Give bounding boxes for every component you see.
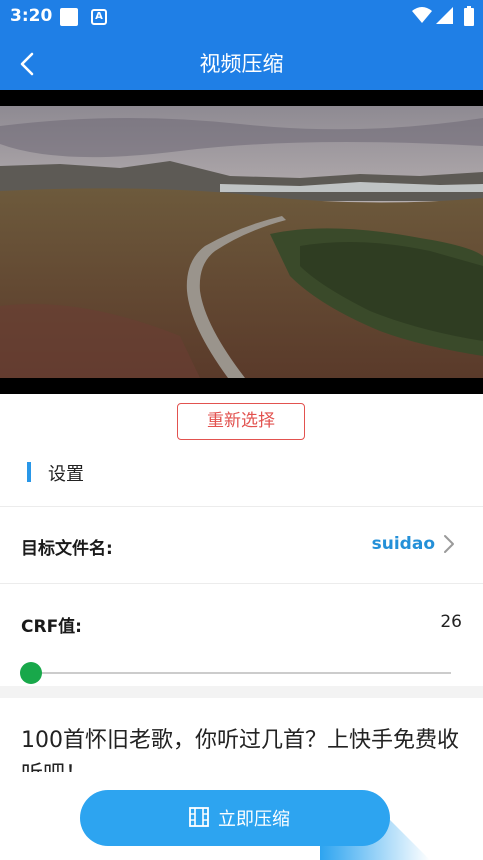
notification-square-icon	[60, 8, 78, 26]
ad-text[interactable]: 100首怀旧老歌，你听过几首？上快手免费收听吧！	[21, 724, 461, 772]
crf-value: 26	[440, 612, 462, 632]
page-title: 视频压缩	[199, 52, 284, 76]
video-preview[interactable]	[0, 90, 483, 394]
status-time: 3:20	[10, 6, 53, 26]
video-thumbnail-image	[0, 106, 483, 378]
status-bar: 3:20 A	[0, 0, 483, 34]
target-filename-value[interactable]: suidao	[372, 534, 435, 554]
crf-label: CRF值:	[21, 617, 82, 637]
divider	[0, 506, 483, 507]
settings-section-title: 设置	[48, 464, 84, 485]
chevron-right-icon[interactable]	[441, 532, 457, 556]
target-filename-label: 目标文件名:	[21, 539, 113, 559]
app-bar: 视频压缩	[0, 34, 483, 90]
wifi-icon	[412, 7, 432, 23]
divider	[0, 583, 483, 584]
compress-now-label: 立即压缩	[218, 809, 290, 830]
section-accent-bar	[27, 462, 31, 482]
battery-icon	[464, 6, 474, 26]
a-badge-icon: A	[91, 9, 107, 25]
crf-slider-track[interactable]	[31, 672, 451, 674]
signal-icon	[436, 7, 453, 24]
crf-slider-thumb[interactable]	[20, 662, 42, 684]
film-icon	[189, 807, 209, 827]
section-gap	[0, 686, 483, 698]
reselect-button[interactable]: 重新选择	[177, 403, 305, 440]
